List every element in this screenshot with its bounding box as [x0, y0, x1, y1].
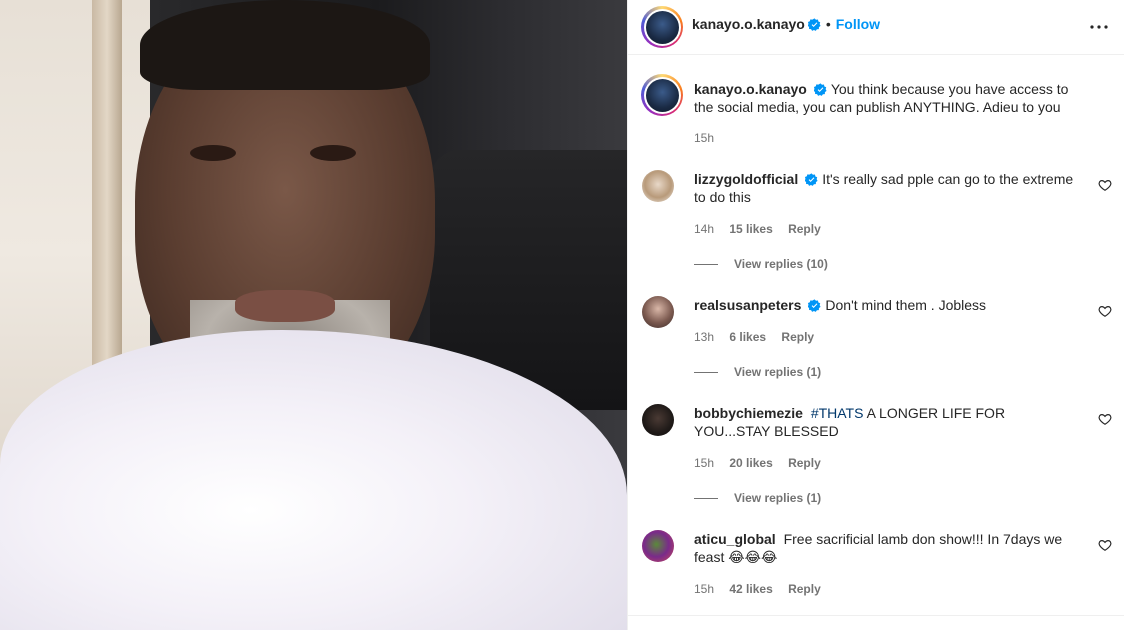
- author-avatar[interactable]: [641, 6, 683, 48]
- photo-left-eye: [190, 145, 236, 161]
- comment-emoji: 😂😂😂: [728, 550, 778, 566]
- verified-badge-icon: [805, 173, 818, 186]
- comment-username[interactable]: aticu_global: [694, 531, 776, 547]
- caption-avatar[interactable]: [641, 74, 683, 116]
- commenter-avatar[interactable]: [642, 404, 674, 436]
- view-replies-line: [694, 498, 718, 500]
- comment-likes[interactable]: 42 likes: [729, 582, 772, 596]
- comment-time[interactable]: 14h: [694, 222, 714, 236]
- comment-item: bobbychiemezie #THATS A LONGER LIFE FOR …: [642, 404, 1112, 514]
- view-replies-line: [694, 264, 718, 266]
- caption-meta: 15h: [694, 131, 726, 145]
- view-replies-label: View replies (1): [734, 365, 822, 379]
- comment-item: realsusanpeters Don't mind them . Jobless…: [642, 296, 1112, 386]
- commenter-avatar[interactable]: [642, 170, 674, 202]
- view-replies-button[interactable]: View replies (10): [694, 257, 828, 271]
- reply-button[interactable]: Reply: [788, 456, 821, 470]
- verified-badge-icon: [807, 18, 821, 31]
- reply-button[interactable]: Reply: [788, 222, 821, 236]
- header-author-line: kanayo.o.kanayo • Follow: [692, 16, 880, 34]
- comment-text-block: lizzygoldofficial It's really sad pple ca…: [694, 170, 1074, 206]
- comment-text-block: realsusanpeters Don't mind them . Jobless: [694, 296, 1074, 314]
- post-caption: kanayo.o.kanayo You think because you hav…: [641, 74, 1112, 154]
- post-side-panel: kanayo.o.kanayo • Follow kanayo.o.kanayo Yo…: [627, 0, 1124, 630]
- like-heart-icon[interactable]: [1098, 538, 1112, 552]
- comment-meta: 14h 15 likes Reply: [694, 222, 833, 236]
- more-options-icon[interactable]: [1087, 15, 1111, 39]
- commenter-avatar[interactable]: [642, 530, 674, 562]
- comment-likes[interactable]: 20 likes: [729, 456, 772, 470]
- view-replies-label: View replies (10): [734, 257, 828, 271]
- like-heart-icon[interactable]: [1098, 304, 1112, 318]
- comment-text-block: aticu_global Free sacrificial lamb don s…: [694, 530, 1074, 567]
- comment-likes[interactable]: 15 likes: [729, 222, 772, 236]
- caption-text-block: kanayo.o.kanayo You think because you hav…: [694, 80, 1074, 116]
- verified-badge-icon: [813, 83, 827, 96]
- post-header: kanayo.o.kanayo • Follow: [628, 0, 1124, 55]
- header-separator: •: [825, 16, 831, 32]
- comment-username[interactable]: realsusanpeters: [694, 297, 801, 313]
- comment-hashtag-link[interactable]: #THATS: [811, 405, 864, 421]
- verified-badge-icon: [808, 299, 821, 312]
- comment-time[interactable]: 15h: [694, 582, 714, 596]
- caption-username[interactable]: kanayo.o.kanayo: [694, 81, 807, 97]
- view-replies-button[interactable]: View replies (1): [694, 491, 821, 505]
- header-username[interactable]: kanayo.o.kanayo: [692, 16, 805, 32]
- view-replies-label: View replies (1): [734, 491, 822, 505]
- panel-divider: [628, 615, 1124, 616]
- comment-text-block: bobbychiemezie #THATS A LONGER LIFE FOR …: [694, 404, 1074, 440]
- reply-button[interactable]: Reply: [788, 582, 821, 596]
- comment-time[interactable]: 13h: [694, 330, 714, 344]
- comment-item: aticu_global Free sacrificial lamb don s…: [642, 530, 1112, 610]
- commenter-avatar[interactable]: [642, 296, 674, 328]
- comment-username[interactable]: lizzygoldofficial: [694, 171, 798, 187]
- caption-time[interactable]: 15h: [694, 131, 714, 145]
- comment-meta: 13h 6 likes Reply: [694, 330, 826, 344]
- like-heart-icon[interactable]: [1098, 178, 1112, 192]
- comment-time[interactable]: 15h: [694, 456, 714, 470]
- photo-mouth: [235, 290, 335, 322]
- comment-username[interactable]: bobbychiemezie: [694, 405, 803, 421]
- comment-meta: 15h 42 likes Reply: [694, 582, 833, 596]
- follow-button[interactable]: Follow: [836, 16, 880, 32]
- view-replies-button[interactable]: View replies (1): [694, 365, 821, 379]
- reply-button[interactable]: Reply: [781, 330, 814, 344]
- view-replies-line: [694, 372, 718, 374]
- like-heart-icon[interactable]: [1098, 412, 1112, 426]
- comment-likes[interactable]: 6 likes: [729, 330, 766, 344]
- comment-text: Don't mind them . Jobless: [825, 297, 987, 313]
- post-photo[interactable]: [0, 0, 627, 630]
- photo-right-eye: [310, 145, 356, 161]
- photo-hair: [140, 0, 430, 90]
- comment-meta: 15h 20 likes Reply: [694, 456, 833, 470]
- comment-item: lizzygoldofficial It's really sad pple ca…: [642, 170, 1112, 280]
